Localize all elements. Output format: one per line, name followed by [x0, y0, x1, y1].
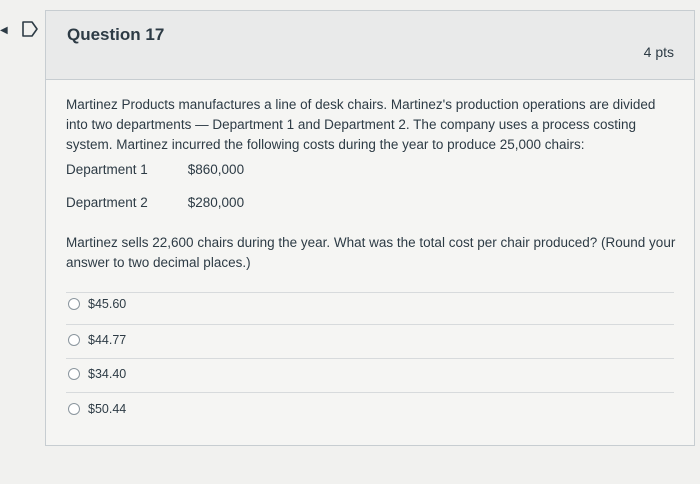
department-cost: $860,000 — [187, 162, 245, 177]
question-prompt: Martinez sells 22,600 chairs during the … — [66, 235, 676, 270]
answer-option[interactable]: $34.40 — [68, 364, 126, 384]
radio-button[interactable] — [68, 368, 80, 380]
radio-button[interactable] — [68, 298, 80, 310]
answer-label: $50.44 — [88, 402, 127, 416]
department-row: Department 2 $280,000 — [66, 195, 244, 210]
nav-arrow-icon: ◀ — [0, 25, 8, 36]
divider — [66, 324, 674, 325]
question-body: Martinez Products manufactures a line of… — [66, 97, 656, 152]
answer-option[interactable]: $44.77 — [68, 330, 126, 350]
question-card: Question 17 4 pts Martinez Products manu… — [45, 10, 695, 446]
answer-label: $45.60 — [88, 297, 127, 311]
answer-option[interactable]: $50.44 — [68, 399, 126, 419]
question-points: 4 pts — [643, 44, 674, 60]
answer-label: $34.40 — [88, 367, 127, 381]
question-header: Question 17 4 pts — [46, 11, 694, 80]
department-row: Department 1 $860,000 — [66, 162, 244, 177]
answer-label: $44.77 — [88, 333, 127, 347]
divider — [66, 292, 674, 293]
question-title: Question 17 — [67, 25, 165, 44]
divider — [66, 392, 674, 393]
department-name: Department 2 — [66, 195, 148, 210]
department-cost: $280,000 — [187, 195, 245, 210]
department-name: Department 1 — [66, 162, 148, 177]
answer-option[interactable]: $45.60 — [68, 294, 126, 314]
radio-button[interactable] — [68, 403, 80, 415]
flag-icon[interactable] — [20, 20, 40, 38]
divider — [66, 358, 674, 359]
radio-button[interactable] — [68, 334, 80, 346]
